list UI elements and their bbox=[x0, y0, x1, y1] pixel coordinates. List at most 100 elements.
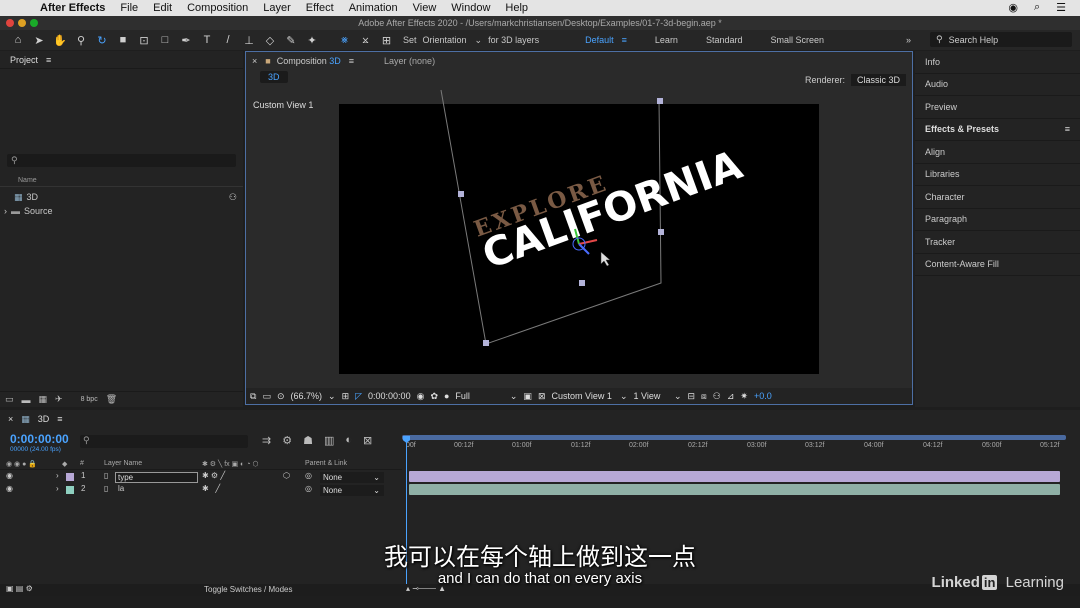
layer-handle[interactable] bbox=[458, 191, 464, 197]
project-search-input[interactable]: ⚲ bbox=[7, 154, 236, 167]
panel-menu-icon[interactable]: ≡ bbox=[1065, 124, 1070, 134]
workspace-standard[interactable]: Standard bbox=[706, 35, 743, 45]
layer-duration-bar[interactable] bbox=[409, 484, 1060, 495]
z-axis-handle[interactable] bbox=[578, 243, 590, 255]
timeline-comp-name[interactable]: 3D bbox=[38, 414, 50, 424]
monitor-icon[interactable]: ▭ bbox=[262, 391, 271, 402]
layer-handle[interactable] bbox=[483, 340, 489, 346]
3d-layer-icon[interactable]: ⬡ bbox=[283, 471, 290, 480]
menu-animation[interactable]: Animation bbox=[349, 2, 398, 14]
view-select[interactable]: Custom View 1 ⌄ bbox=[551, 391, 627, 402]
timeline-current-time[interactable]: 0:00:00:00 bbox=[10, 432, 69, 446]
render-queue-icon[interactable]: ✈ bbox=[55, 394, 63, 405]
view-layout-select[interactable]: 1 View ⌄ bbox=[633, 391, 681, 402]
shy-layers-icon[interactable]: ☗ bbox=[303, 434, 313, 447]
label-color-swatch[interactable] bbox=[66, 486, 74, 494]
grid-icon[interactable]: ⊞ bbox=[342, 391, 350, 402]
toggle-pixel-aspect-icon[interactable]: ⊟ bbox=[687, 391, 695, 402]
panel-paragraph[interactable]: Paragraph bbox=[915, 209, 1080, 231]
layer-handle[interactable] bbox=[579, 280, 585, 286]
view-axis-mode-icon[interactable]: ⊞ bbox=[379, 32, 395, 48]
frame-blending-icon[interactable]: ▥ bbox=[324, 434, 334, 447]
composition-chip[interactable]: 3D bbox=[260, 71, 288, 83]
channel-icon[interactable]: ● bbox=[444, 391, 449, 401]
mask-visibility-icon[interactable]: ⊙ bbox=[277, 391, 285, 402]
panel-menu-icon[interactable]: ≡ bbox=[46, 55, 51, 65]
panel-libraries[interactable]: Libraries bbox=[915, 164, 1080, 186]
panel-audio[interactable]: Audio bbox=[915, 74, 1080, 96]
type-tool-icon[interactable]: T bbox=[199, 32, 215, 48]
close-tab-icon[interactable]: × bbox=[8, 414, 13, 424]
panel-effects-presets[interactable]: Effects & Presets ≡ bbox=[915, 119, 1080, 141]
layer-row[interactable]: ◉ › 2 ▯ la ✱ ╱ ◎ None ⌄ bbox=[0, 484, 402, 497]
parent-select[interactable]: None ⌄ bbox=[320, 472, 384, 483]
project-panel-title[interactable]: Project bbox=[10, 55, 38, 65]
roto-brush-tool-icon[interactable]: ✎ bbox=[283, 32, 299, 48]
panel-menu-icon[interactable]: ≡ bbox=[57, 414, 62, 424]
flowchart-icon[interactable]: ⚇ bbox=[713, 391, 721, 402]
zoom-tool-icon[interactable]: ⚲ bbox=[73, 32, 89, 48]
flowchart-icon[interactable]: ⚇ bbox=[229, 192, 237, 203]
pen-tool-icon[interactable]: ✒ bbox=[178, 32, 194, 48]
bit-depth-button[interactable]: 8 bpc bbox=[81, 396, 98, 403]
panel-align[interactable]: Align bbox=[915, 141, 1080, 164]
puppet-tool-icon[interactable]: ✦ bbox=[304, 32, 320, 48]
rotate-tool-icon[interactable]: ↻ bbox=[94, 32, 110, 48]
always-preview-icon[interactable]: ⧉ bbox=[250, 391, 256, 402]
menu-help[interactable]: Help bbox=[505, 2, 528, 14]
panel-tracker[interactable]: Tracker bbox=[915, 231, 1080, 254]
exposure-icon[interactable]: ✷ bbox=[740, 391, 748, 402]
clone-stamp-tool-icon[interactable]: ⊥ bbox=[241, 32, 257, 48]
layer-name[interactable]: la bbox=[118, 484, 124, 493]
more-workspaces-icon[interactable]: » bbox=[906, 35, 911, 45]
selection-tool-icon[interactable]: ➤ bbox=[31, 32, 47, 48]
menu-file[interactable]: File bbox=[120, 2, 138, 14]
layer-switches[interactable]: ✱ ⚙ ╱ bbox=[202, 471, 225, 480]
expand-arrow-icon[interactable]: › bbox=[56, 471, 59, 480]
renderer-select[interactable]: Classic 3D bbox=[850, 74, 906, 86]
snapshot-icon[interactable]: ◉ bbox=[417, 391, 425, 402]
local-axis-mode-icon[interactable]: ⨳ bbox=[337, 32, 353, 48]
timeline-search-input[interactable]: ⚲ bbox=[80, 435, 248, 448]
layer-name-input[interactable]: type bbox=[115, 472, 198, 483]
menu-edit[interactable]: Edit bbox=[153, 2, 172, 14]
column-layer-name[interactable]: Layer Name bbox=[104, 460, 142, 467]
magnification-select[interactable]: (66.7%) ⌄ bbox=[291, 391, 336, 402]
zoom-window-button[interactable] bbox=[30, 19, 38, 27]
close-tab-icon[interactable]: × bbox=[252, 56, 257, 66]
time-ruler[interactable]: 00f 00:12f 01:00f 01:12f 02:00f 02:12f 0… bbox=[402, 432, 1070, 454]
workspace-small-screen[interactable]: Small Screen bbox=[770, 35, 824, 45]
orientation-select[interactable]: Orientation ⌄ bbox=[423, 35, 483, 46]
parent-select[interactable]: None ⌄ bbox=[320, 485, 384, 496]
work-area-bar[interactable] bbox=[402, 435, 1066, 440]
brush-tool-icon[interactable]: / bbox=[220, 32, 236, 48]
layer-switches[interactable]: ✱ ╱ bbox=[202, 484, 220, 493]
close-window-button[interactable] bbox=[6, 19, 14, 27]
label-color-swatch[interactable] bbox=[66, 473, 74, 481]
menu-app[interactable]: After Effects bbox=[40, 2, 105, 14]
draft-3d-icon[interactable]: ⚙ bbox=[282, 434, 292, 447]
creative-cloud-icon[interactable]: ◉ bbox=[1008, 1, 1018, 14]
fast-previews-icon[interactable]: ▣ bbox=[523, 391, 532, 402]
parent-pickwhip-icon[interactable]: ◎ bbox=[305, 484, 312, 493]
label-column-icon[interactable]: ◆ bbox=[62, 460, 67, 468]
workspace-menu-icon[interactable]: ≡ bbox=[622, 35, 627, 45]
camera-tool-icon[interactable]: ■ bbox=[115, 32, 131, 48]
show-snapshot-icon[interactable]: ✿ bbox=[430, 391, 438, 402]
panel-menu-icon[interactable]: ≡ bbox=[349, 56, 354, 66]
region-of-interest-icon[interactable]: ◸ bbox=[355, 391, 362, 402]
transparency-grid-icon[interactable]: ⊠ bbox=[538, 391, 546, 402]
graph-editor-icon[interactable]: ⊠ bbox=[363, 434, 372, 447]
search-help-input[interactable]: ⚲ Search Help bbox=[930, 32, 1072, 47]
motion-blur-icon[interactable]: ◐ bbox=[345, 434, 352, 447]
layer-handle[interactable] bbox=[657, 98, 663, 104]
workspace-learn[interactable]: Learn bbox=[655, 35, 678, 45]
current-time[interactable]: 0:00:00:00 bbox=[368, 391, 411, 401]
composition-tab[interactable]: Composition 3D bbox=[277, 56, 341, 66]
spotlight-icon[interactable]: ⌕ bbox=[1034, 1, 1040, 14]
layer-tab[interactable]: Layer (none) bbox=[384, 56, 435, 66]
parent-pickwhip-icon[interactable]: ◎ bbox=[305, 471, 312, 480]
new-folder-icon[interactable]: ▬ bbox=[22, 395, 31, 405]
layer-handle[interactable] bbox=[658, 229, 664, 235]
menu-effect[interactable]: Effect bbox=[306, 2, 334, 14]
